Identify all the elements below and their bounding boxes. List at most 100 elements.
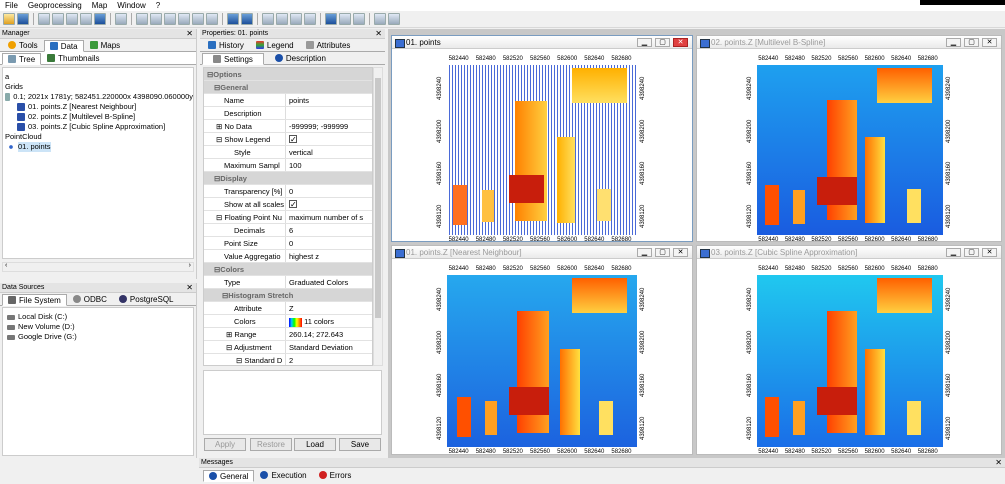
restore-button[interactable]: Restore (250, 438, 292, 451)
tab-settings[interactable]: Settings (202, 53, 264, 65)
clipboard-icon[interactable] (353, 13, 365, 25)
load-button[interactable]: Load (294, 438, 336, 451)
close-icon[interactable]: ✕ (375, 29, 382, 39)
menu-geoprocessing[interactable]: Geoprocessing (23, 1, 87, 10)
synchronize-icon[interactable] (241, 13, 253, 25)
tab-tree[interactable]: Tree (2, 53, 42, 65)
category-histogram-stretch[interactable]: ⊟ Histogram Stretch (204, 289, 372, 302)
close-icon[interactable]: ✕ (186, 283, 193, 293)
prop-row[interactable]: Attribute Z (204, 302, 372, 315)
horizontal-scrollbar[interactable]: ‹ › (2, 262, 194, 272)
minimize-button[interactable]: ▁ (946, 38, 961, 47)
menu-map[interactable]: Map (87, 1, 113, 10)
prop-row[interactable]: Description (204, 107, 372, 120)
tree-item-cubic[interactable]: 03. points.Z [Cubic Spline Approximation… (3, 122, 193, 132)
tree-item-nearest[interactable]: 01. points.Z [Nearest Neighbour] (3, 102, 193, 112)
close-button[interactable]: ✕ (673, 248, 688, 257)
map-window-cubic[interactable]: 03. points.Z [Cubic Spline Approximation… (696, 245, 1002, 455)
prop-row[interactable]: ⊟ Floating Point Nu maximum number of s (204, 211, 372, 224)
prop-row[interactable]: Style vertical (204, 146, 372, 159)
map-window-bspline[interactable]: 02. points.Z [Multilevel B-Spline] ▁ ▢ ✕… (696, 35, 1002, 243)
open-icon[interactable] (3, 13, 15, 25)
description-box[interactable] (203, 370, 382, 435)
close-icon[interactable]: ✕ (995, 458, 1002, 468)
show-all-scales-checkbox[interactable] (289, 198, 297, 210)
close-icon[interactable]: ✕ (186, 29, 193, 39)
copy-icon[interactable] (192, 13, 204, 25)
tree-pointcloud[interactable]: PointCloud (3, 132, 193, 142)
map-canvas[interactable] (447, 65, 637, 235)
zoom-icon[interactable] (276, 13, 288, 25)
close-button[interactable]: ✕ (982, 38, 997, 47)
category-colors[interactable]: ⊟ Colors (204, 263, 372, 276)
map-canvas[interactable] (447, 275, 637, 447)
prop-row[interactable]: Type Graduated Colors (204, 276, 372, 289)
tree-grids[interactable]: Grids (3, 82, 193, 92)
category-options[interactable]: ⊟ Options (204, 68, 372, 81)
pointer-icon[interactable] (262, 13, 274, 25)
prop-row[interactable]: Transparency [%] 0 (204, 185, 372, 198)
legend-icon[interactable] (206, 13, 218, 25)
prop-row[interactable]: Maximum Sampl 100 (204, 159, 372, 172)
tree-root[interactable]: a (3, 72, 193, 82)
maximize-button[interactable]: ▢ (964, 38, 979, 47)
properties-toggle-icon[interactable] (52, 13, 64, 25)
tree-item-bspline[interactable]: 02. points.Z [Multilevel B-Spline] (3, 112, 193, 122)
tab-errors[interactable]: Errors (313, 469, 358, 481)
layer-down-icon[interactable] (150, 13, 162, 25)
prop-row[interactable]: Name points (204, 94, 372, 107)
apply-button[interactable]: Apply (204, 438, 246, 451)
edit-icon[interactable] (388, 13, 400, 25)
prop-row[interactable]: Value Aggregatio highest z (204, 250, 372, 263)
category-general[interactable]: ⊟ General (204, 81, 372, 94)
histogram-icon[interactable] (339, 13, 351, 25)
drive-item[interactable]: Google Drive (G:) (3, 332, 193, 342)
tab-legend[interactable]: Legend (250, 39, 300, 51)
map-canvas[interactable] (757, 65, 943, 235)
prop-row[interactable]: ⊞ Range 260.14; 272.643 (204, 328, 372, 341)
map-canvas[interactable] (757, 275, 943, 447)
tab-description[interactable]: Description (264, 52, 337, 64)
tree-item-points[interactable]: 01. points (3, 142, 193, 152)
manager-toggle-icon[interactable] (38, 13, 50, 25)
zoom-extent-icon[interactable] (227, 13, 239, 25)
tab-postgresql[interactable]: PostgreSQL (113, 293, 180, 305)
drive-item[interactable]: New Volume (D:) (3, 322, 193, 332)
layer-up-icon[interactable] (136, 13, 148, 25)
tab-maps[interactable]: Maps (84, 39, 127, 51)
tab-general[interactable]: General (203, 470, 255, 482)
map-window-nearest[interactable]: 01. points.Z [Nearest Neighbour] ▁ ▢ ✕ 5… (391, 245, 693, 455)
tab-tools[interactable]: Tools (2, 39, 44, 51)
tab-history[interactable]: History (202, 39, 250, 51)
prop-row[interactable]: ⊟ Adjustment Standard Deviation (204, 341, 372, 354)
minimize-button[interactable]: ▁ (946, 248, 961, 257)
minimize-button[interactable]: ▁ (637, 38, 652, 47)
maximize-button[interactable]: ▢ (964, 248, 979, 257)
maximize-button[interactable]: ▢ (655, 248, 670, 257)
run-tool-icon[interactable] (115, 13, 127, 25)
prop-row[interactable]: Point Size 0 (204, 237, 372, 250)
save-icon[interactable] (17, 13, 29, 25)
info-icon[interactable] (94, 13, 106, 25)
menu-help[interactable]: ? (151, 1, 165, 10)
show-legend-checkbox[interactable] (289, 133, 297, 145)
prop-row[interactable]: ⊞ No Data -999999; -999999 (204, 120, 372, 133)
vertical-scrollbar[interactable] (373, 67, 383, 366)
map-frame[interactable]: 582440 582440 582480 582480 582520 582520 5825… (392, 49, 692, 243)
close-button[interactable]: ✕ (982, 248, 997, 257)
menu-window[interactable]: Window (112, 1, 150, 10)
maximize-button[interactable]: ▢ (655, 38, 670, 47)
category-display[interactable]: ⊟ Display (204, 172, 372, 185)
tab-file-system[interactable]: File System (2, 294, 67, 306)
export-icon[interactable] (178, 13, 190, 25)
tab-attributes[interactable]: Attributes (300, 39, 357, 51)
line-icon[interactable] (374, 13, 386, 25)
messages-toggle-icon[interactable] (80, 13, 92, 25)
tree-grid-system[interactable]: 0.1; 2021x 1781y; 582451.220000x 4398090… (3, 92, 193, 102)
drive-item[interactable]: Local Disk (C:) (3, 312, 193, 322)
close-button[interactable]: ✕ (673, 38, 688, 47)
map-window-points[interactable]: 01. points ▁ ▢ ✕ 582440 582440 582480 58248… (391, 35, 693, 243)
measure-icon[interactable] (304, 13, 316, 25)
save-button[interactable]: Save (339, 438, 381, 451)
minimize-button[interactable]: ▁ (637, 248, 652, 257)
